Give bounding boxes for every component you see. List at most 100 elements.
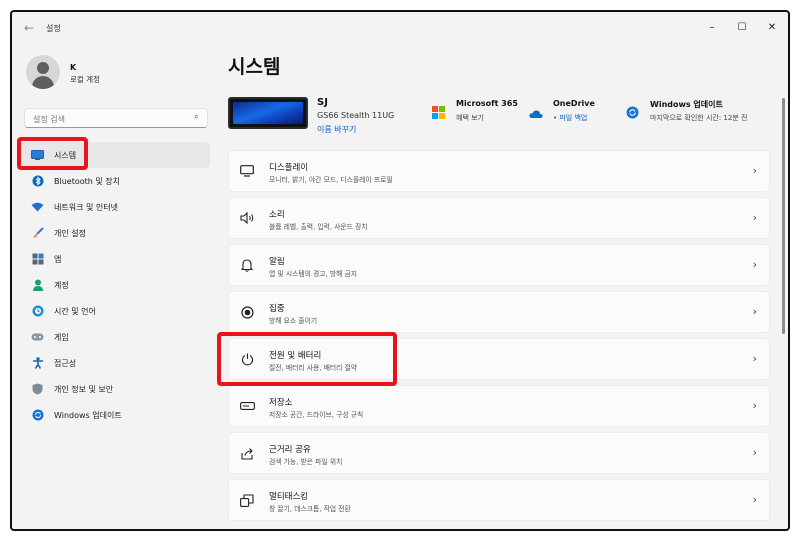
sidebar-item-accounts[interactable]: 계정 (18, 272, 210, 298)
card-subtitle: 모니터, 밝기, 야간 모드, 디스플레이 프로필 (269, 176, 393, 184)
sidebar-item-network[interactable]: 네트워크 및 인터넷 (18, 194, 210, 220)
close-button[interactable]: ✕ (758, 18, 786, 38)
sidebar-item-label: 시간 및 언어 (54, 307, 96, 316)
brush-icon (31, 227, 44, 239)
search-icon: ⌕ (193, 112, 199, 122)
speaker-icon (239, 211, 255, 226)
cloud-icon (529, 104, 543, 118)
share-icon (239, 447, 255, 461)
back-arrow-icon[interactable]: ← (24, 21, 34, 35)
sidebar-item-label: 시스템 (54, 151, 77, 160)
chevron-right-icon: › (752, 305, 757, 318)
sidebar-item-label: 접근성 (54, 359, 77, 368)
card-sound[interactable]: 소리 볼륨 레벨, 출력, 입력, 사운드 장치 › (228, 197, 770, 239)
page-title: 시스템 (228, 56, 281, 78)
sidebar-item-privacy-security[interactable]: 개인 정보 및 보안 (18, 376, 210, 402)
sidebar-item-label: 앱 (54, 255, 62, 264)
gamepad-icon (31, 331, 44, 343)
card-notifications[interactable]: 알림 앱 및 시스템의 경고, 방해 금지 › (228, 244, 770, 286)
microsoft-logo-icon (432, 104, 446, 119)
sidebar-item-apps[interactable]: 앱 (18, 246, 210, 272)
info-title: Microsoft 365 (456, 99, 518, 108)
info-subtitle: 마지막으로 확인한 시간: 12분 전 (650, 114, 748, 122)
accessibility-icon (31, 357, 44, 369)
bluetooth-icon (31, 175, 44, 187)
card-subtitle: 검색 가능, 받은 파일 위치 (269, 458, 343, 466)
chevron-right-icon: › (752, 211, 757, 224)
device-image (228, 97, 308, 129)
shield-icon (31, 383, 44, 395)
sidebar-item-label: 개인 정보 및 보안 (54, 385, 114, 394)
power-icon (239, 353, 255, 367)
bell-icon (239, 259, 255, 273)
info-subtitle: • 파일 백업 (553, 114, 588, 122)
card-subtitle: 창 끌기, 데스크톱, 작업 전환 (269, 505, 351, 513)
chevron-right-icon: › (752, 164, 757, 177)
sidebar-item-system[interactable]: 시스템 (18, 142, 210, 168)
chevron-right-icon: › (752, 446, 757, 459)
sidebar-item-windows-update[interactable]: Windows 업데이트 (18, 402, 210, 428)
minimize-button[interactable]: – (698, 18, 726, 38)
card-display[interactable]: 디스플레이 모니터, 밝기, 야간 모드, 디스플레이 프로필 › (228, 150, 770, 192)
sidebar-item-label: 개인 설정 (54, 229, 86, 238)
update-icon (31, 409, 44, 421)
chevron-right-icon: › (752, 399, 757, 412)
sidebar-item-personalization[interactable]: 개인 설정 (18, 220, 210, 246)
card-subtitle: 앱 및 시스템의 경고, 방해 금지 (269, 270, 358, 278)
info-title: OneDrive (553, 99, 595, 108)
sidebar-item-accessibility[interactable]: 접근성 (18, 350, 210, 376)
globe-clock-icon (31, 305, 44, 317)
maximize-button[interactable]: ☐ (728, 18, 756, 38)
device-model: GS66 Stealth 11UG (317, 111, 395, 120)
chevron-right-icon: › (752, 352, 757, 365)
sidebar-item-label: Bluetooth 및 장치 (54, 177, 121, 186)
update-icon (626, 104, 640, 119)
card-nearby-sharing[interactable]: 근거리 공유 검색 가능, 받은 파일 위치 › (228, 432, 770, 474)
chevron-right-icon: › (752, 493, 757, 506)
card-title: 집중 (269, 304, 285, 314)
focus-icon (239, 306, 255, 320)
sidebar-item-time-language[interactable]: 시간 및 언어 (18, 298, 210, 324)
display-icon (239, 165, 255, 179)
card-multitasking[interactable]: 멀티태스킹 창 끌기, 데스크톱, 작업 전환 › (228, 479, 770, 521)
info-subtitle: 혜택 보기 (456, 114, 484, 122)
card-title: 멀티태스킹 (269, 492, 309, 502)
app-title: 설정 (46, 24, 61, 33)
card-subtitle: 볼륨 레벨, 출력, 입력, 사운드 장치 (269, 223, 368, 231)
card-subtitle: 저장소 공간, 드라이브, 구성 규칙 (269, 411, 364, 419)
card-title: 디스플레이 (269, 163, 309, 173)
card-title: 알림 (269, 257, 285, 267)
avatar[interactable] (26, 55, 60, 89)
card-title: 근거리 공유 (269, 445, 311, 455)
title-bar: ← 설정 – ☐ ✕ (12, 12, 788, 48)
person-icon (31, 279, 44, 291)
storage-icon (239, 400, 255, 414)
card-title: 전원 및 배터리 (269, 351, 322, 361)
card-power-battery[interactable]: 전원 및 배터리 절전, 배터리 사용, 배터리 절약 › (228, 338, 770, 380)
sidebar-nav: 시스템 Bluetooth 및 장치 네트워크 및 인터넷 개인 설정 앱 계정… (18, 142, 210, 428)
scrollbar[interactable] (782, 98, 785, 334)
monitor-icon (31, 149, 44, 161)
sidebar-item-label: 네트워크 및 인터넷 (54, 203, 118, 212)
selection-indicator (18, 150, 21, 161)
rename-link[interactable]: 이름 바꾸기 (317, 124, 356, 135)
chevron-right-icon: › (752, 258, 757, 271)
card-subtitle: 방해 요소 줄이기 (269, 317, 318, 325)
apps-icon (31, 253, 44, 265)
multitask-icon (239, 494, 255, 508)
settings-window: ← 설정 – ☐ ✕ K 로컬 계정 설정 검색 ⌕ 시스템 Bluetooth… (10, 10, 790, 531)
sidebar-item-label: 계정 (54, 281, 69, 290)
card-title: 소리 (269, 210, 285, 220)
search-placeholder: 설정 검색 (33, 115, 65, 124)
info-title: Windows 업데이트 (650, 100, 723, 109)
sidebar-item-bluetooth[interactable]: Bluetooth 및 장치 (18, 168, 210, 194)
search-input[interactable]: 설정 검색 ⌕ (24, 108, 208, 128)
sidebar-item-label: 게임 (54, 333, 69, 342)
wifi-icon (31, 201, 44, 213)
sidebar-item-gaming[interactable]: 게임 (18, 324, 210, 350)
sidebar-item-label: Windows 업데이트 (54, 411, 122, 420)
card-focus[interactable]: 집중 방해 요소 줄이기 › (228, 291, 770, 333)
card-subtitle: 절전, 배터리 사용, 배터리 절약 (269, 364, 358, 372)
device-name: SJ (317, 97, 328, 108)
card-storage[interactable]: 저장소 저장소 공간, 드라이브, 구성 규칙 › (228, 385, 770, 427)
